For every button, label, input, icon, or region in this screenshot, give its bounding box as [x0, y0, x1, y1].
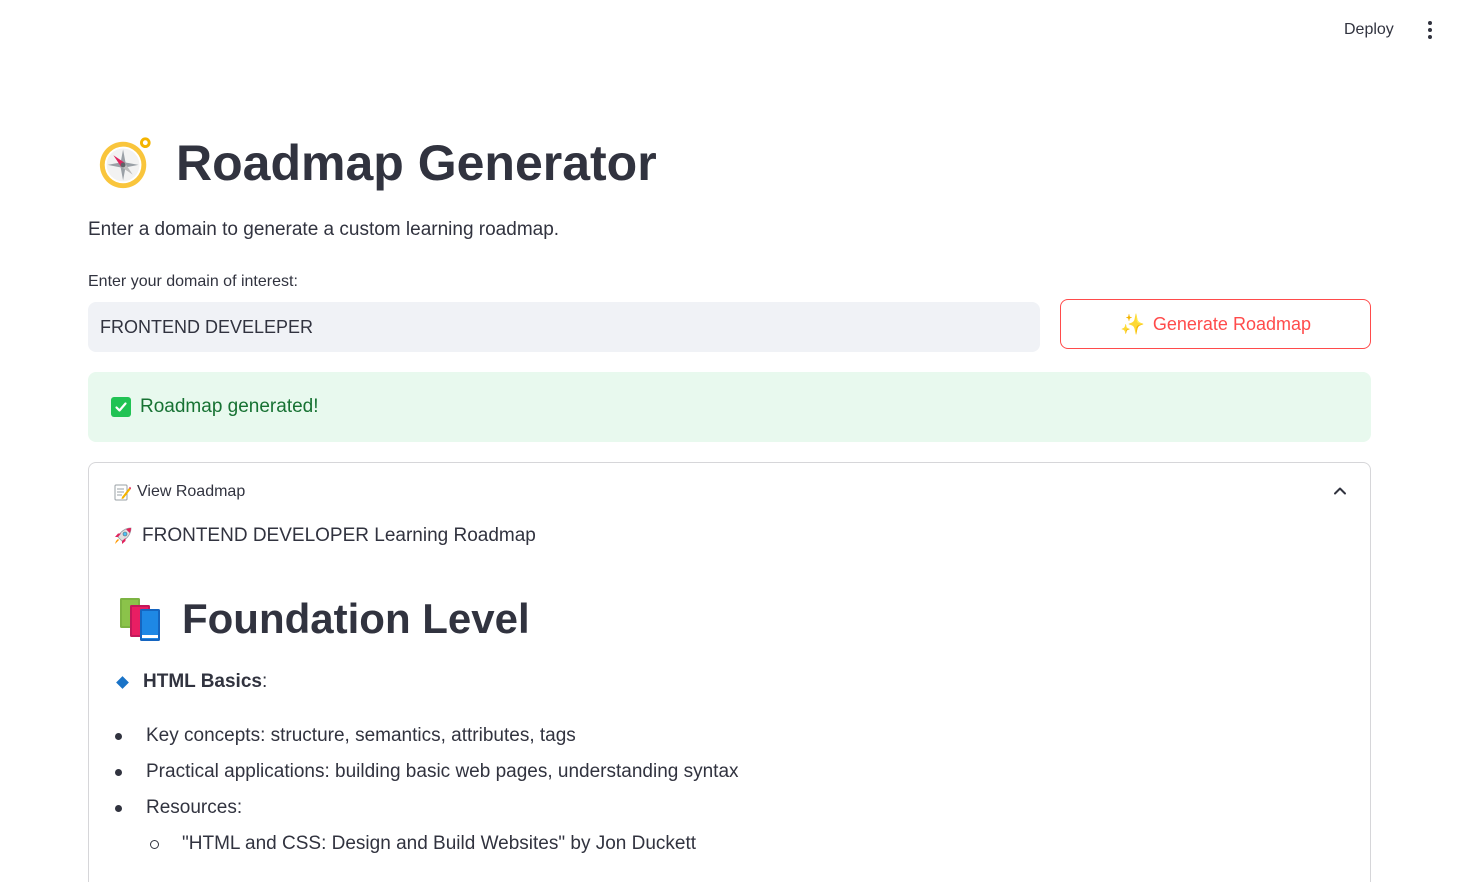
bullet-icon	[115, 733, 122, 740]
level-heading-text: Foundation Level	[182, 595, 530, 642]
deploy-button[interactable]: Deploy	[1332, 17, 1406, 43]
domain-input-label: Enter your domain of interest:	[88, 273, 298, 290]
success-text: Roadmap generated!	[140, 396, 319, 417]
circle-bullet-icon	[150, 840, 159, 849]
page-subtitle: Enter a domain to generate a custom lear…	[88, 219, 560, 240]
level-heading: Foundation Level	[116, 595, 530, 643]
list-item-text: Key concepts: structure, semantics, attr…	[146, 725, 576, 746]
sub-list-item: "HTML and CSS: Design and Build Websites…	[113, 829, 739, 865]
chevron-up-icon[interactable]	[1332, 483, 1348, 499]
topic-line: HTML Basics :	[116, 671, 268, 693]
topic-bullet-list: Key concepts: structure, semantics, attr…	[113, 721, 739, 865]
bullet-icon	[115, 805, 122, 812]
title-row: Roadmap Generator	[96, 132, 657, 194]
roadmap-heading: FRONTEND DEVELOPER Learning Roadmap	[112, 525, 536, 547]
roadmap-expander: View Roadmap FRONTEND DEVELOPER Learning…	[88, 462, 1371, 882]
compass-icon	[99, 137, 151, 189]
list-item: Practical applications: building basic w…	[113, 757, 739, 793]
memo-icon	[114, 484, 131, 501]
roadmap-heading-text: FRONTEND DEVELOPER Learning Roadmap	[142, 525, 536, 546]
generate-button-label: Generate Roadmap	[1152, 313, 1311, 334]
bullet-icon	[115, 769, 122, 776]
expander-title: View Roadmap	[137, 483, 246, 500]
list-item-text: Practical applications: building basic w…	[146, 761, 739, 782]
success-alert: Roadmap generated!	[88, 372, 1371, 442]
top-header: Deploy	[0, 0, 1461, 60]
more-vertical-icon[interactable]	[1418, 17, 1442, 43]
books-icon	[120, 598, 160, 641]
list-item-text: Resources:	[146, 797, 243, 818]
generate-roadmap-button[interactable]: ✨ Generate Roadmap	[1060, 299, 1371, 349]
sub-list-item-text: "HTML and CSS: Design and Build Websites…	[182, 833, 697, 854]
list-item: Key concepts: structure, semantics, attr…	[113, 721, 739, 757]
check-icon	[111, 397, 131, 417]
list-item: Resources:	[113, 793, 739, 829]
rocket-icon	[115, 527, 132, 544]
blue-diamond-icon	[116, 675, 129, 689]
expander-header[interactable]: View Roadmap	[89, 463, 1370, 521]
page-title: Roadmap Generator	[176, 135, 657, 191]
sparkles-icon: ✨	[1119, 313, 1145, 336]
topic-name: HTML Basics	[143, 671, 262, 692]
domain-input[interactable]	[88, 302, 1040, 352]
topic-suffix: :	[261, 671, 268, 692]
